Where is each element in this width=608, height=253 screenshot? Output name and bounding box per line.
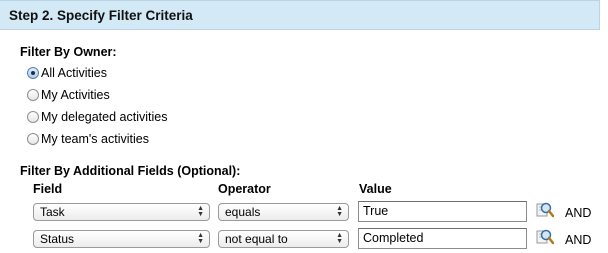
operator-select-2[interactable]: not equal to ▲ ▼ xyxy=(218,230,349,248)
value-column-header: Value xyxy=(359,182,392,196)
operator-select-value: not equal to xyxy=(225,232,288,246)
chevron-updown-icon: ▲ ▼ xyxy=(197,232,204,245)
radio-button[interactable] xyxy=(27,111,39,123)
field-column-header: Field xyxy=(33,182,63,196)
chevron-updown-icon: ▲ ▼ xyxy=(336,232,343,245)
field-select-2[interactable]: Status ▲ ▼ xyxy=(33,230,210,248)
radio-my-delegated-activities[interactable]: My delegated activities xyxy=(27,108,167,126)
field-select-value: Status xyxy=(40,232,75,246)
value-input-text: Completed xyxy=(363,231,424,245)
value-input-1[interactable]: True xyxy=(358,201,527,222)
conjunction-label-1: AND xyxy=(565,206,592,220)
radio-label: My delegated activities xyxy=(41,110,168,124)
conjunction-label-2: AND xyxy=(565,233,592,247)
field-select-value: Task xyxy=(40,205,65,219)
owner-filter-label: Filter By Owner: xyxy=(20,45,117,59)
radio-my-activities[interactable]: My Activities xyxy=(27,86,110,104)
operator-select-value: equals xyxy=(225,205,261,219)
lookup-magnifier-icon[interactable] xyxy=(536,228,554,246)
value-input-2[interactable]: Completed xyxy=(358,228,527,249)
value-input-text: True xyxy=(363,204,389,218)
step-header: Step 2. Specify Filter Criteria xyxy=(0,0,600,30)
chevron-updown-icon: ▲ ▼ xyxy=(336,205,343,218)
radio-button-selected[interactable] xyxy=(27,67,39,79)
field-select-1[interactable]: Task ▲ ▼ xyxy=(33,203,210,221)
radio-all-activities[interactable]: All Activities xyxy=(27,64,107,82)
chevron-updown-icon: ▲ ▼ xyxy=(197,205,204,218)
operator-column-header: Operator xyxy=(218,182,271,196)
radio-button[interactable] xyxy=(27,89,39,101)
additional-fields-label: Filter By Additional Fields (Optional): xyxy=(20,164,241,178)
radio-label: My team's activities xyxy=(41,132,149,146)
radio-my-teams-activities[interactable]: My team's activities xyxy=(27,130,149,148)
step-title: Step 2. Specify Filter Criteria xyxy=(9,8,193,23)
radio-label: All Activities xyxy=(41,66,107,80)
radio-label: My Activities xyxy=(41,88,110,102)
lookup-magnifier-icon[interactable] xyxy=(536,201,554,219)
radio-button[interactable] xyxy=(27,133,39,145)
operator-select-1[interactable]: equals ▲ ▼ xyxy=(218,203,349,221)
